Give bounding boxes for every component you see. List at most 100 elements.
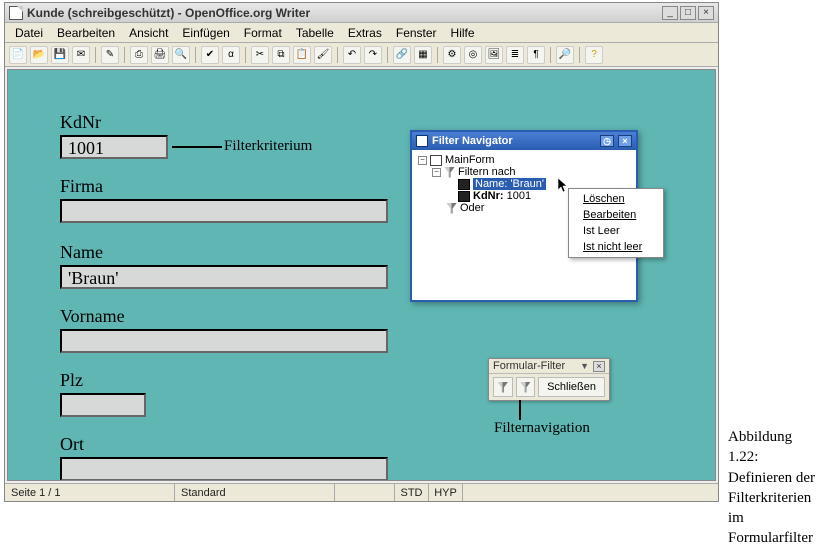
tree-row-mainform[interactable]: − MainForm xyxy=(418,154,630,166)
toolbar-main: 📄 📂 💾 ✉ ✎ ⎙ 🖨 🔍 ✔ α ✂ ⧉ 📋 🖌 ↶ ↷ 🔗 ▦ ⚙ ◎ … xyxy=(5,43,718,67)
tb-navigator-icon[interactable]: ◎ xyxy=(464,46,482,64)
tb-edit-icon[interactable]: ✎ xyxy=(101,46,119,64)
input-ort[interactable] xyxy=(60,457,388,481)
tree-toggle-icon[interactable]: − xyxy=(432,168,441,177)
formular-filter-schliessen-button[interactable]: Schließen xyxy=(538,377,605,397)
menu-hilfe[interactable]: Hilfe xyxy=(445,24,481,42)
tb-separator xyxy=(337,47,338,63)
tb-separator xyxy=(579,47,580,63)
tb-open-icon[interactable]: 📂 xyxy=(30,46,48,64)
annotation-line-filternav xyxy=(519,400,521,420)
input-plz[interactable] xyxy=(60,393,146,417)
funnel-icon xyxy=(446,203,457,214)
menu-fenster[interactable]: Fenster xyxy=(390,24,443,42)
close-button[interactable]: × xyxy=(698,6,714,20)
formular-filter-body: Schließen xyxy=(489,374,609,400)
menu-extras[interactable]: Extras xyxy=(342,24,388,42)
minimize-button[interactable]: _ xyxy=(662,6,678,20)
tb-brush-icon[interactable]: 🖌 xyxy=(314,46,332,64)
caption-line1: Abbildung 1.22: xyxy=(728,427,821,468)
formular-filter-toolbar[interactable]: Formular-Filter ▼ × Schließen xyxy=(488,358,610,401)
input-name[interactable]: 'Braun' xyxy=(60,265,388,289)
tb-redo-icon[interactable]: ↷ xyxy=(364,46,382,64)
menu-einfuegen[interactable]: Einfügen xyxy=(176,24,235,42)
document-icon xyxy=(9,6,23,20)
tb-cut-icon[interactable]: ✂ xyxy=(251,46,269,64)
tb-chars-icon[interactable]: ¶ xyxy=(527,46,545,64)
formular-filter-close-label: Schließen xyxy=(547,381,596,393)
formular-filter-title: Formular-Filter xyxy=(493,360,576,372)
titlebar: Kunde (schreibgeschützt) - OpenOffice.or… xyxy=(5,3,718,23)
formular-filter-navigator-button[interactable] xyxy=(516,377,536,397)
tb-save-icon[interactable]: 💾 xyxy=(51,46,69,64)
tree-row-filternach[interactable]: − Filtern nach xyxy=(418,166,630,178)
tb-gallery-icon[interactable]: 🖼 xyxy=(485,46,503,64)
tb-separator xyxy=(195,47,196,63)
field-icon xyxy=(458,179,470,190)
tree-label-oder: Oder xyxy=(460,202,484,214)
tb-abc-icon[interactable]: α xyxy=(222,46,240,64)
tb-show-icon[interactable]: ⚙ xyxy=(443,46,461,64)
maximize-button[interactable]: □ xyxy=(680,6,696,20)
status-page: Seite 1 / 1 xyxy=(5,484,175,501)
tb-zoom-icon[interactable]: 🔎 xyxy=(556,46,574,64)
menu-format[interactable]: Format xyxy=(238,24,288,42)
tree-label-name-selected: Name: 'Braun' xyxy=(473,178,546,190)
tree-label-kdnr-name: KdNr: xyxy=(473,190,504,202)
annotation-filterkriterium: Filterkriterium xyxy=(224,138,312,155)
tb-undo-icon[interactable]: ↶ xyxy=(343,46,361,64)
form-icon xyxy=(430,155,442,166)
application-window: Kunde (schreibgeschützt) - OpenOffice.or… xyxy=(4,2,719,502)
tb-copy-icon[interactable]: ⧉ xyxy=(272,46,290,64)
tb-table-icon[interactable]: ▦ xyxy=(414,46,432,64)
tb-separator xyxy=(124,47,125,63)
tb-mail-icon[interactable]: ✉ xyxy=(72,46,90,64)
input-vorname[interactable] xyxy=(60,329,388,353)
status-std[interactable]: STD xyxy=(395,484,429,501)
tb-separator xyxy=(95,47,96,63)
input-kdnr[interactable]: 1001 xyxy=(60,135,168,159)
tree-label-mainform: MainForm xyxy=(445,154,495,166)
filter-navigator-close-button[interactable]: × xyxy=(618,135,632,147)
tb-pdf-icon[interactable]: ⎙ xyxy=(130,46,148,64)
formular-filter-titlebar[interactable]: Formular-Filter ▼ × xyxy=(489,359,609,374)
ctx-item-ist-nicht-leer[interactable]: Ist nicht leer xyxy=(569,239,663,255)
tb-help-icon[interactable]: ? xyxy=(585,46,603,64)
menu-datei[interactable]: Datei xyxy=(9,24,49,42)
field-icon xyxy=(458,191,470,202)
menu-ansicht[interactable]: Ansicht xyxy=(123,24,174,42)
ctx-item-bearbeiten[interactable]: Bearbeiten xyxy=(569,207,663,223)
tb-preview-icon[interactable]: 🔍 xyxy=(172,46,190,64)
formular-filter-apply-button[interactable] xyxy=(493,377,513,397)
ctx-item-loeschen[interactable]: Löschen xyxy=(569,191,663,207)
tb-separator xyxy=(550,47,551,63)
tree-toggle-icon[interactable]: − xyxy=(418,156,427,165)
form-page: KdNr 1001 Filterkriterium Firma Name 'Br… xyxy=(22,84,702,481)
label-kdnr: KdNr xyxy=(60,112,168,133)
caption-line4: Formularfilter xyxy=(728,528,821,548)
formular-filter-dropdown-icon[interactable]: ▼ xyxy=(580,361,589,371)
tb-spell-icon[interactable]: ✔ xyxy=(201,46,219,64)
window-title: Kunde (schreibgeschützt) - OpenOffice.or… xyxy=(27,6,662,20)
tb-link-icon[interactable]: 🔗 xyxy=(393,46,411,64)
tb-paste-icon[interactable]: 📋 xyxy=(293,46,311,64)
label-plz: Plz xyxy=(60,370,146,391)
tb-new-icon[interactable]: 📄 xyxy=(9,46,27,64)
menu-tabelle[interactable]: Tabelle xyxy=(290,24,340,42)
filter-navigator-titlebar[interactable]: Filter Navigator ◷ × xyxy=(412,132,636,150)
tb-separator xyxy=(245,47,246,63)
tb-datasources-icon[interactable]: ≣ xyxy=(506,46,524,64)
tb-separator xyxy=(387,47,388,63)
status-hyp[interactable]: HYP xyxy=(429,484,463,501)
status-style: Standard xyxy=(175,484,335,501)
filter-navigator-pin-button[interactable]: ◷ xyxy=(600,135,614,147)
input-firma[interactable] xyxy=(60,199,388,223)
ctx-item-ist-leer[interactable]: Ist Leer xyxy=(569,223,663,239)
document-area: KdNr 1001 Filterkriterium Firma Name 'Br… xyxy=(7,69,716,481)
formular-filter-close-icon[interactable]: × xyxy=(593,361,605,372)
tb-print-icon[interactable]: 🖨 xyxy=(151,46,169,64)
label-vorname: Vorname xyxy=(60,306,388,327)
tree-label-filternach: Filtern nach xyxy=(458,166,515,178)
filter-navigator-icon xyxy=(416,135,428,147)
menu-bearbeiten[interactable]: Bearbeiten xyxy=(51,24,121,42)
